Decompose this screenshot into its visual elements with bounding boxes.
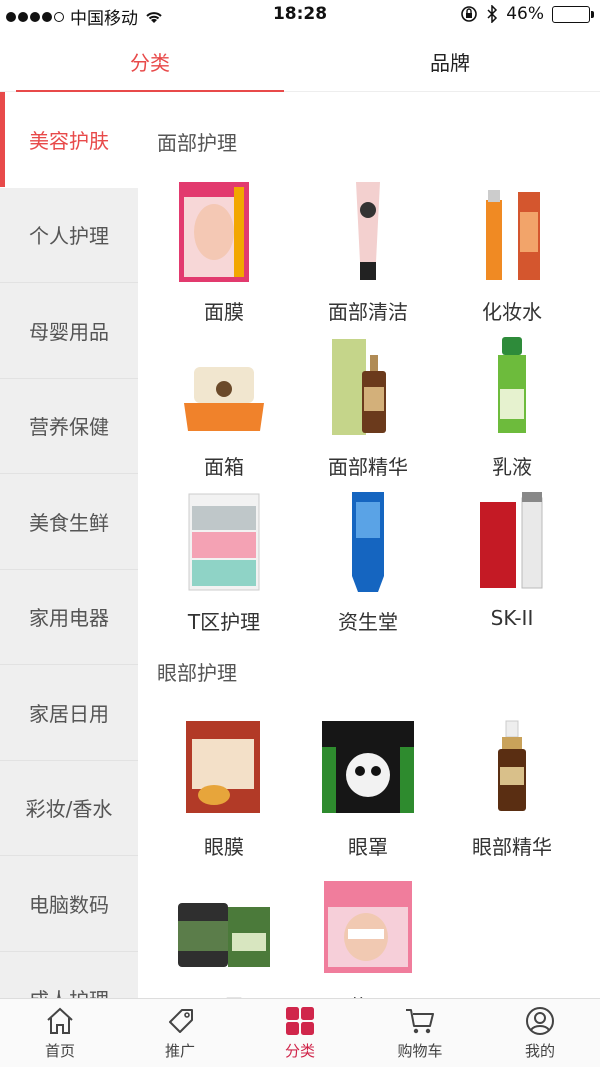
sidebar-item-makeup[interactable]: 彩妆/香水 [0,761,138,856]
nav-promote[interactable]: 推广 [120,999,240,1067]
status-right: 46% [460,4,594,24]
product-item[interactable]: T区护理 [154,492,294,635]
user-icon [526,1007,554,1035]
category-sidebar[interactable]: 美容护肤 个人护理 母婴用品 营养保健 美食生鲜 家用电器 家居日用 彩妆/香水… [0,92,138,998]
product-label: 眼罩 [348,835,388,859]
product-image [318,337,418,437]
sidebar-item-personal-care[interactable]: 个人护理 [0,188,138,283]
bottom-nav: 首页 推广 分类 购物车 我的 [0,998,600,1067]
nav-promote-label: 推广 [164,1042,195,1060]
tag-icon [169,1009,193,1033]
product-label: T区护理 [187,610,261,634]
battery-percent: 46% [506,4,544,24]
sidebar-item-nutrition[interactable]: 营养保健 [0,379,138,474]
sidebar-item-beauty[interactable]: 美容护肤 [0,92,138,188]
product-image [174,877,274,977]
product-image [462,337,562,437]
product-label: 资生堂 [338,610,398,634]
product-label: 面膜 [204,300,244,324]
product-grid[interactable]: 面部护理 面膜 面部清洁 化妆水 面箱 面部精华 乳液 T区护理 资生堂 SK-… [138,92,600,998]
product-image [318,182,418,282]
product-label: 面部清洁 [328,300,408,324]
top-tabs: 分类 品牌 [0,30,600,92]
product-label: 面部精华 [328,455,408,479]
product-label: 眼膜 [204,835,244,859]
grid-icon [286,1007,314,1035]
product-item[interactable]: 面膜 [154,182,294,325]
nav-mine[interactable]: 我的 [480,999,600,1067]
product-label: 化妆水 [482,300,542,324]
product-image [318,717,418,817]
tab-brand[interactable]: 品牌 [300,30,600,92]
sidebar-item-food[interactable]: 美食生鲜 [0,474,138,570]
rotation-lock-icon [461,6,478,22]
product-image [318,877,418,977]
product-image [174,717,274,817]
tab-category[interactable]: 分类 [0,30,300,92]
sidebar-item-digital[interactable]: 电脑数码 [0,856,138,952]
product-item[interactable]: 眼膜 [154,717,294,860]
product-item[interactable]: 乳液 [442,337,582,480]
product-label: 眼部精华 [472,835,552,859]
product-item[interactable]: 花王 [298,877,438,998]
product-label: 面箱 [204,455,244,479]
sidebar-item-home[interactable]: 家居日用 [0,665,138,761]
nav-category-label: 分类 [284,1042,315,1060]
cart-icon [406,1009,434,1034]
product-item[interactable]: SK-II [442,492,582,630]
home-icon [47,1007,73,1034]
status-bar: 中国移动 18:28 46% [0,0,600,30]
nav-cart-label: 购物车 [397,1042,443,1060]
product-label: 花王 [298,991,438,998]
sidebar-item-mother-baby[interactable]: 母婴用品 [0,283,138,379]
product-image [174,182,274,282]
product-item[interactable]: 面部清洁 [298,182,438,325]
battery-icon [552,5,594,23]
product-image [174,492,274,592]
product-item[interactable]: 化妆水 [442,182,582,325]
product-image [462,182,562,282]
product-item[interactable]: 眼罩 [298,717,438,860]
sidebar-item-appliances[interactable]: 家用电器 [0,570,138,665]
nav-mine-label: 我的 [524,1042,555,1060]
section-title: 面部护理 [157,131,237,155]
product-label: 乳液 [492,455,532,479]
product-image [462,492,562,592]
product-item[interactable]: 面部精华 [298,337,438,480]
product-item[interactable]: 眼霜 [154,877,294,998]
product-image [462,717,562,817]
product-label: SK-II [490,606,534,630]
sidebar-item-adult[interactable]: 成人护理 [0,952,138,998]
nav-cart[interactable]: 购物车 [360,999,480,1067]
product-item[interactable]: 面箱 [154,337,294,480]
product-item[interactable]: 眼部精华 [442,717,582,860]
product-item[interactable]: 资生堂 [298,492,438,635]
section-title: 眼部护理 [157,661,237,685]
nav-category[interactable]: 分类 [240,999,360,1067]
product-image [318,492,418,592]
nav-home[interactable]: 首页 [0,999,120,1067]
nav-home-label: 首页 [44,1042,75,1060]
bluetooth-icon [487,5,498,23]
product-image [174,337,274,437]
product-label: 眼霜 [154,991,294,998]
